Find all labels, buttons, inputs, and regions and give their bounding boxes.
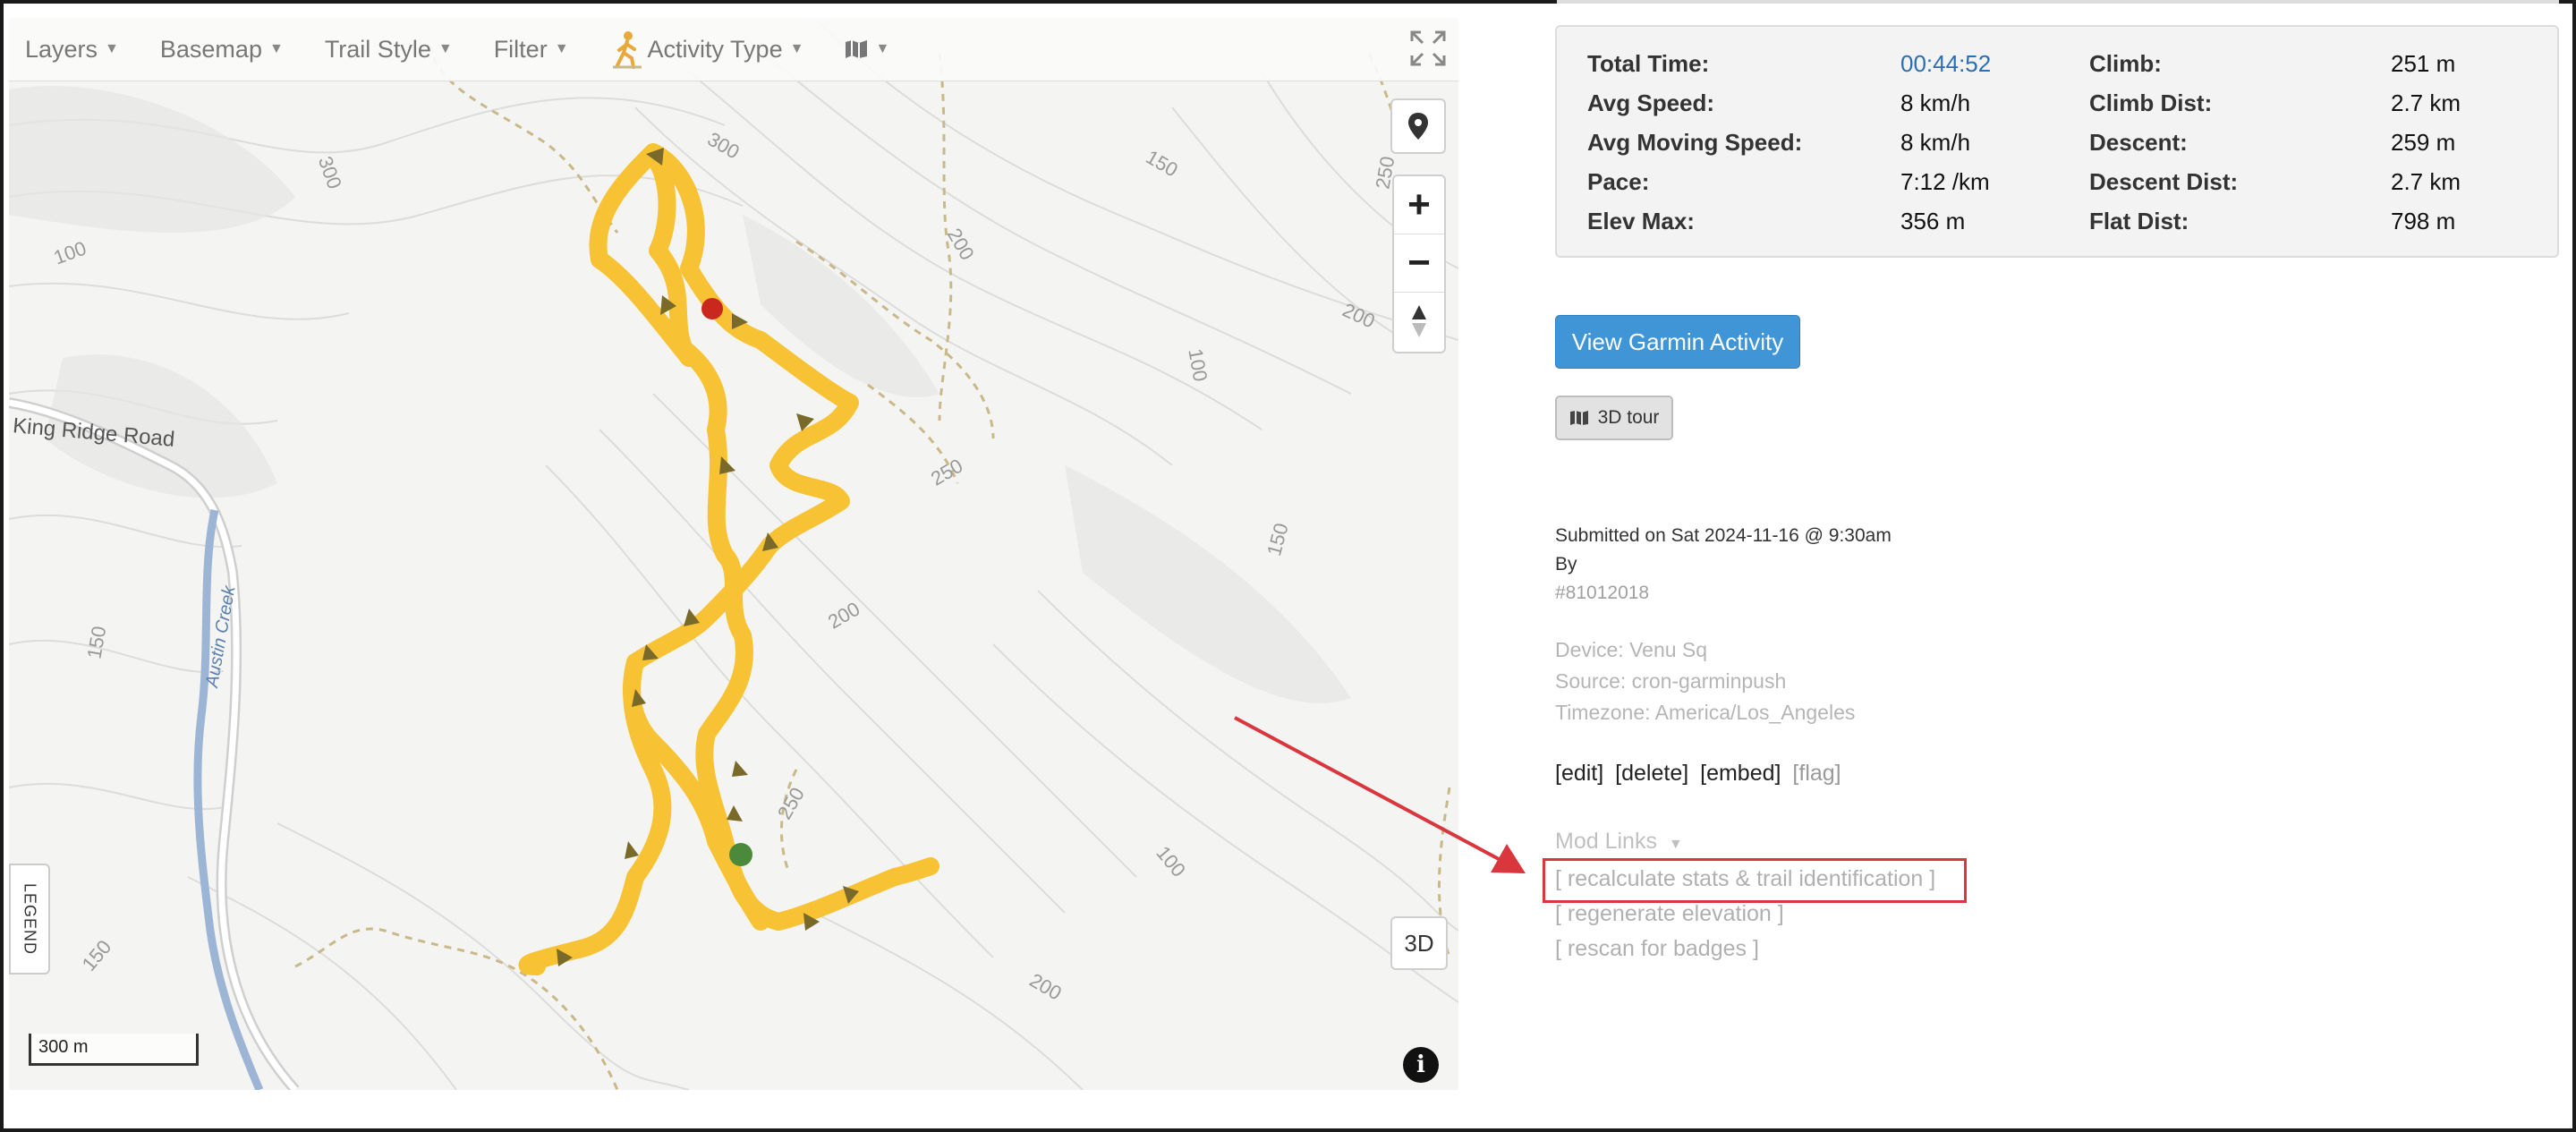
elev-max-label: Elev Max: xyxy=(1587,208,1695,234)
caret-down-icon: ▼ xyxy=(268,41,284,56)
map-view[interactable]: 300 300 100 150 250 200 200 100 250 150 … xyxy=(9,18,1458,1090)
map-view-menu[interactable]: ▼ xyxy=(845,39,889,59)
submitted-text: Submitted on Sat 2024-11-16 @ 9:30am xyxy=(1555,525,1892,546)
descent-label: Descent: xyxy=(2089,129,2188,156)
info-icon[interactable]: i xyxy=(1403,1047,1439,1083)
climb-value: 251 m xyxy=(2391,50,2456,77)
zoom-controls: + − xyxy=(1392,174,1446,353)
embed-link[interactable]: [embed] xyxy=(1700,761,1781,786)
mod-links-label: Mod Links xyxy=(1555,829,1657,854)
annotation-arrow-icon xyxy=(1234,716,1526,873)
climb-label: Climb: xyxy=(2089,50,2162,77)
annotation-highlight-box xyxy=(1543,858,1967,903)
pace-label: Pace: xyxy=(1587,168,1650,195)
device-text: Device: Venu Sq xyxy=(1555,638,1708,661)
fullscreen-icon[interactable] xyxy=(1408,29,1448,68)
caret-down-icon: ▼ xyxy=(105,41,119,56)
climb-dist-label: Climb Dist: xyxy=(2089,89,2213,116)
3d-tour-button[interactable]: 3D tour xyxy=(1555,396,1673,440)
climb-dist-value: 2.7 km xyxy=(2391,89,2461,116)
location-pin-icon xyxy=(1408,113,1428,140)
view-garmin-activity-button[interactable]: View Garmin Activity xyxy=(1555,315,1800,369)
basemap-label: Basemap xyxy=(159,35,262,63)
3d-button[interactable]: 3D xyxy=(1390,916,1448,970)
map-icon xyxy=(1569,411,1588,425)
start-marker xyxy=(729,843,752,866)
scale-bar: 300 m xyxy=(29,1034,199,1066)
3d-tour-label: 3D tour xyxy=(1597,407,1660,428)
compass-icon xyxy=(1412,305,1426,337)
author-label: By xyxy=(1555,554,1577,575)
edit-link[interactable]: [edit] xyxy=(1555,761,1603,786)
map-icon xyxy=(846,40,868,58)
layers-menu[interactable]: Layers ▼ xyxy=(25,36,119,64)
activity-id[interactable]: #81012018 xyxy=(1555,583,1649,604)
locate-button[interactable] xyxy=(1390,98,1446,154)
delete-link[interactable]: [delete] xyxy=(1615,761,1688,786)
caret-down-icon: ▼ xyxy=(1668,837,1683,852)
activity-actions: [edit] [delete] [embed] [flag] xyxy=(1555,761,1847,787)
caret-down-icon: ▼ xyxy=(438,41,453,56)
total-time-label: Total Time: xyxy=(1587,50,1710,77)
filter-menu[interactable]: Filter ▼ xyxy=(494,36,569,64)
zoom-in-button[interactable]: + xyxy=(1394,176,1444,234)
total-time-value[interactable]: 00:44:52 xyxy=(1900,50,1991,78)
legend-label: LEGEND xyxy=(21,882,39,956)
trail-style-menu[interactable]: Trail Style ▼ xyxy=(325,36,453,64)
trail-style-label: Trail Style xyxy=(324,35,431,63)
avg-speed-label: Avg Speed: xyxy=(1587,89,1715,116)
flat-dist-value: 798 m xyxy=(2391,208,2456,234)
elev-max-value: 356 m xyxy=(1900,208,1966,234)
descent-value: 259 m xyxy=(2391,129,2456,156)
legend-tab[interactable]: LEGEND xyxy=(9,864,50,975)
rescan-badges-link[interactable]: [ rescan for badges ] xyxy=(1555,936,1759,962)
activity-type-menu[interactable]: Activity Type ▼ xyxy=(610,30,804,69)
filter-label: Filter xyxy=(493,35,548,63)
timezone-text: Timezone: America/Los_Angeles xyxy=(1555,701,1856,724)
basemap-menu[interactable]: Basemap ▼ xyxy=(160,36,284,64)
caret-down-icon: ▼ xyxy=(789,41,804,56)
flag-link[interactable]: [flag] xyxy=(1792,761,1841,786)
caret-down-icon: ▼ xyxy=(875,41,890,56)
source-text: Source: cron-garminpush xyxy=(1555,669,1787,693)
avg-moving-speed-value: 8 km/h xyxy=(1900,129,1971,156)
avg-moving-speed-label: Avg Moving Speed: xyxy=(1587,129,1803,156)
layers-label: Layers xyxy=(25,35,98,63)
caret-down-icon: ▼ xyxy=(554,41,569,56)
end-marker xyxy=(701,298,723,319)
activity-type-label: Activity Type xyxy=(647,35,783,63)
top-divider xyxy=(1557,0,2559,4)
zoom-out-button[interactable]: − xyxy=(1394,234,1444,293)
mod-links-toggle[interactable]: Mod Links ▼ xyxy=(1555,829,1683,855)
descent-dist-label: Descent Dist: xyxy=(2089,168,2239,195)
terrain-layer xyxy=(9,18,1458,1090)
pace-value: 7:12 /km xyxy=(1900,168,1990,195)
flat-dist-label: Flat Dist: xyxy=(2089,208,2189,234)
hiker-icon xyxy=(612,31,642,69)
regenerate-elevation-link[interactable]: [ regenerate elevation ] xyxy=(1555,901,1784,927)
descent-dist-value: 2.7 km xyxy=(2391,168,2461,195)
compass-button[interactable] xyxy=(1394,293,1444,350)
map-toolbar: Layers ▼ Basemap ▼ Trail Style ▼ Filter … xyxy=(9,18,1458,81)
avg-speed-value: 8 km/h xyxy=(1900,89,1971,116)
